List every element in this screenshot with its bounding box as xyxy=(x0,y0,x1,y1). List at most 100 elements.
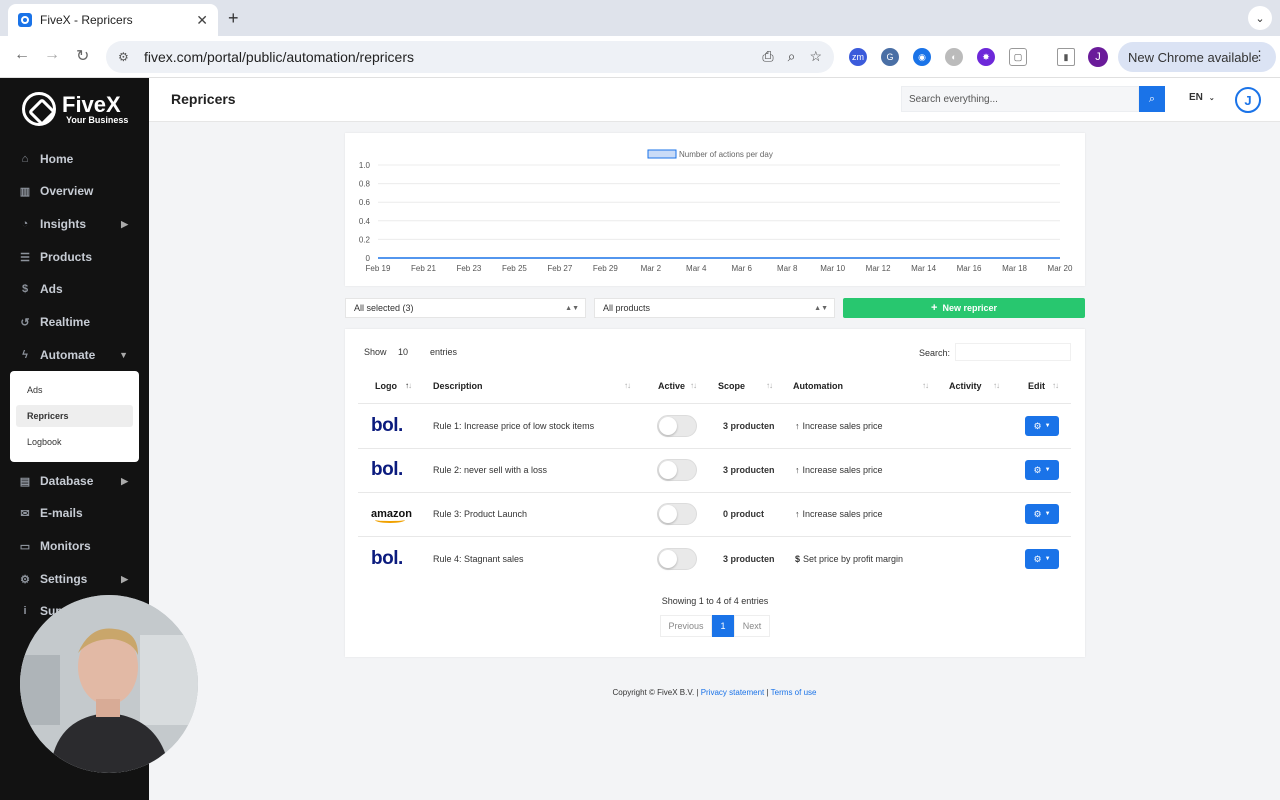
sort-icon[interactable]: ↑↓ xyxy=(1052,381,1059,390)
chrome-profile-avatar[interactable]: J xyxy=(1088,47,1108,67)
previous-page-button[interactable]: Previous xyxy=(660,615,712,637)
sidebar-item-ads[interactable]: $ Ads xyxy=(18,278,138,300)
column-header-automation[interactable]: Automation xyxy=(793,381,843,391)
terms-of-use-link[interactable]: Terms of use xyxy=(771,688,817,697)
site-settings-icon[interactable]: ⚙ xyxy=(118,50,132,64)
table-row: bol. Rule 2: never sell with a loss 3 pr… xyxy=(358,448,1071,492)
browser-tab[interactable]: FiveX - Repricers ✕ xyxy=(8,4,218,36)
product-select[interactable]: All products ▲▼ xyxy=(594,298,835,318)
reload-icon[interactable]: ↻ xyxy=(76,46,89,66)
caret-down-icon: ▼ xyxy=(1044,467,1051,473)
toggle-switch[interactable] xyxy=(657,503,697,525)
page-1-button[interactable]: 1 xyxy=(712,615,734,637)
marketplace-select[interactable]: All selected (3) ▲▼ xyxy=(345,298,586,318)
active-toggle[interactable] xyxy=(657,537,697,581)
logo-text: amazon xyxy=(371,508,412,523)
sort-icon[interactable]: ↑↓ xyxy=(922,381,929,390)
pagination: Previous 1 Next xyxy=(660,615,770,637)
sidebar-item-realtime[interactable]: ↺ Realtime xyxy=(18,311,138,333)
sidebar-item-label: Database xyxy=(40,474,94,488)
g-extension-icon[interactable]: G xyxy=(881,48,899,66)
submenu-item-repricers[interactable]: Repricers xyxy=(16,405,133,427)
active-toggle[interactable] xyxy=(657,404,697,448)
privacy-statement-link[interactable]: Privacy statement xyxy=(701,688,765,697)
plus-icon: + xyxy=(931,302,938,314)
fivex-logo[interactable]: FiveX Your Business xyxy=(22,92,128,126)
extensions-puzzle-icon[interactable]: ▢ xyxy=(1009,48,1027,66)
chevron-right-icon: ▶ xyxy=(121,573,128,584)
sidebar-item-overview[interactable]: ▥ Overview xyxy=(18,180,138,202)
blue-extension-icon[interactable]: ◉ xyxy=(913,48,931,66)
rule-description: Rule 1: Increase price of low stock item… xyxy=(433,421,595,431)
tab-search-icon[interactable]: ⌄ xyxy=(1248,6,1272,30)
purple-extension-icon[interactable]: ✸ xyxy=(977,48,995,66)
select-arrows-icon: ▲▼ xyxy=(565,304,579,312)
sidebar-item-monitors[interactable]: ▭ Monitors xyxy=(18,535,138,557)
bookmark-star-icon[interactable]: ☆ xyxy=(809,48,822,65)
column-header-active[interactable]: Active xyxy=(658,381,685,391)
page-length-select[interactable]: 10 xyxy=(398,347,408,357)
column-header-edit[interactable]: Edit xyxy=(1028,381,1045,391)
edit-cell: ⚙ ▼ xyxy=(1025,537,1059,581)
arrow-up-icon: ↑ xyxy=(795,509,800,519)
new-chrome-available-button[interactable]: New Chrome available ⋮ xyxy=(1118,42,1276,72)
toggle-switch[interactable] xyxy=(657,548,697,570)
active-toggle[interactable] xyxy=(657,448,697,492)
info-icon: i xyxy=(23,605,27,617)
sort-asc-icon[interactable]: ↑↓ xyxy=(405,381,412,390)
sidebar-item-automate[interactable]: ϟ Automate ▼ xyxy=(18,344,138,366)
column-header-logo[interactable]: Logo xyxy=(375,381,397,391)
sidebar-item-database[interactable]: ▤ Database ▶ xyxy=(18,470,138,492)
back-icon[interactable]: ← xyxy=(14,46,30,64)
side-panel-icon[interactable]: ▮ xyxy=(1057,48,1075,66)
table-info: Showing 1 to 4 of 4 entries xyxy=(661,596,769,606)
close-tab-icon[interactable]: ✕ xyxy=(196,12,208,29)
sidebar-item-home[interactable]: ⌂ Home xyxy=(18,148,138,170)
next-page-button[interactable]: Next xyxy=(734,615,770,637)
new-repricer-button[interactable]: + New repricer xyxy=(843,298,1085,318)
submenu-item-logbook[interactable]: Logbook xyxy=(16,431,133,453)
sidebar-item-settings[interactable]: ⚙ Settings ▶ xyxy=(18,568,138,590)
edit-settings-button[interactable]: ⚙ ▼ xyxy=(1025,549,1059,569)
sidebar-item-emails[interactable]: ✉ E-mails xyxy=(18,502,138,524)
home-icon: ⌂ xyxy=(21,153,29,165)
column-header-activity[interactable]: Activity xyxy=(949,381,982,391)
submenu-item-ads[interactable]: Ads xyxy=(16,379,133,401)
edit-settings-button[interactable]: ⚙ ▼ xyxy=(1025,416,1059,436)
page-header: Repricers Search everything... ⌕ EN ⌄ J xyxy=(149,78,1280,122)
search-button[interactable]: ⌕ xyxy=(1139,86,1165,112)
sort-icon[interactable]: ↑↓ xyxy=(766,381,773,390)
table-search-input[interactable] xyxy=(955,343,1071,361)
forward-icon[interactable]: → xyxy=(44,46,60,64)
language-selector[interactable]: EN ⌄ xyxy=(1189,92,1215,103)
caret-down-icon: ▼ xyxy=(1044,511,1051,517)
zm-extension-icon[interactable]: zm xyxy=(849,48,867,66)
install-app-icon[interactable]: ⎙ xyxy=(762,48,773,65)
zoom-icon[interactable]: ⌕ xyxy=(788,48,796,65)
column-header-description[interactable]: Description xyxy=(433,381,483,391)
x-tick-label: Feb 19 xyxy=(366,264,391,273)
toggle-switch[interactable] xyxy=(657,459,697,481)
column-header-scope[interactable]: Scope xyxy=(718,381,745,391)
grey-extension-icon[interactable]: ◐ xyxy=(945,48,963,66)
arrow-up-icon: ↑ xyxy=(795,421,800,431)
sort-icon[interactable]: ↑↓ xyxy=(624,381,631,390)
sidebar-item-insights[interactable]: ◔ Insights ▶ xyxy=(18,213,138,235)
y-tick-label: 0.6 xyxy=(359,198,371,207)
user-avatar[interactable]: J xyxy=(1235,87,1261,113)
sort-icon[interactable]: ↑↓ xyxy=(993,381,1000,390)
actions-line-chart: Number of actions per day 1.0 0.8 0.6 0.4 0.2… xyxy=(359,149,1073,273)
edit-settings-button[interactable]: ⚙ ▼ xyxy=(1025,504,1059,524)
address-bar[interactable]: ⚙ fivex.com/portal/public/automation/rep… xyxy=(106,41,834,73)
global-search-input[interactable]: Search everything... xyxy=(901,86,1139,112)
sidebar-item-products[interactable]: ☰ Products xyxy=(18,246,138,268)
sort-icon[interactable]: ↑↓ xyxy=(690,381,697,390)
active-toggle[interactable] xyxy=(657,492,697,536)
x-tick-label: Feb 23 xyxy=(456,264,481,273)
edit-settings-button[interactable]: ⚙ ▼ xyxy=(1025,460,1059,480)
more-menu-icon[interactable]: ⋮ xyxy=(1253,48,1266,64)
new-tab-icon[interactable]: + xyxy=(228,8,239,29)
toggle-switch[interactable] xyxy=(657,415,697,437)
scope-badge: 3 producten xyxy=(723,554,775,564)
list-icon: ☰ xyxy=(20,251,30,264)
